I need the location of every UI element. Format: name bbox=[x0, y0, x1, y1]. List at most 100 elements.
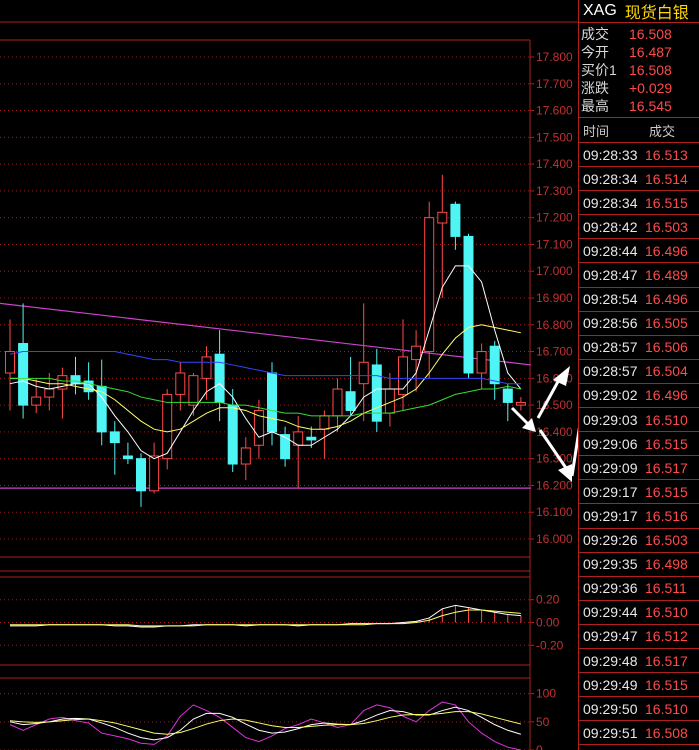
quote-row: 买价1 16.508 bbox=[581, 61, 699, 79]
tick-row[interactable]: 09:29:09 16.517 bbox=[579, 456, 699, 481]
tick-row[interactable]: 09:29:36 16.511 bbox=[579, 577, 699, 601]
tick-row[interactable]: 09:29:47 16.512 bbox=[579, 625, 699, 649]
tick-row[interactable]: 09:29:26 16.503 bbox=[579, 529, 699, 553]
tick-price: 16.506 bbox=[645, 339, 688, 356]
tick-row[interactable]: 09:29:50 16.510 bbox=[579, 697, 699, 722]
tick-time: 09:28:42 bbox=[583, 218, 638, 235]
tick-price: 16.512 bbox=[645, 628, 688, 645]
tick-list[interactable]: 09:28:33 16.513 09:28:34 16.514 09:28:34 16.5… bbox=[579, 143, 699, 746]
tick-row[interactable]: 09:28:57 16.504 bbox=[579, 360, 699, 384]
tick-price: 16.508 bbox=[645, 724, 688, 741]
ticks-header-price: 成交 bbox=[649, 123, 676, 139]
tick-row[interactable]: 09:28:54 16.496 bbox=[579, 288, 699, 312]
tick-row[interactable]: 09:28:34 16.514 bbox=[579, 167, 699, 192]
tick-price: 16.517 bbox=[645, 652, 688, 669]
tick-time: 09:29:26 bbox=[583, 532, 638, 549]
candle-body bbox=[175, 372, 186, 395]
tick-price: 16.510 bbox=[645, 411, 688, 428]
tick-row[interactable]: 09:28:42 16.503 bbox=[579, 215, 699, 240]
y-tick-label: 17.300 bbox=[536, 184, 573, 198]
tick-time: 09:29:44 bbox=[583, 604, 638, 621]
tick-row[interactable]: 09:28:56 16.505 bbox=[579, 312, 699, 336]
y-tick-label: 16.100 bbox=[536, 505, 573, 519]
candle-body bbox=[70, 375, 81, 385]
tick-price: 16.496 bbox=[645, 387, 688, 404]
tick-row[interactable]: 09:29:44 16.510 bbox=[579, 601, 699, 625]
y-tick-label: 16.200 bbox=[536, 478, 573, 492]
tick-row[interactable]: 09:29:06 16.515 bbox=[579, 432, 699, 457]
candle-body bbox=[44, 388, 55, 398]
candle-body bbox=[463, 235, 474, 374]
candle-body bbox=[476, 351, 487, 374]
y-tick-label: 16.900 bbox=[536, 291, 573, 305]
tick-price: 16.515 bbox=[645, 194, 688, 211]
tick-price: 16.510 bbox=[645, 604, 688, 621]
tick-price: 16.496 bbox=[645, 291, 688, 308]
candle-body bbox=[214, 353, 225, 403]
candle-body bbox=[502, 388, 513, 403]
tick-row[interactable]: 09:28:34 16.515 bbox=[579, 191, 699, 216]
arrow-shaft bbox=[510, 406, 530, 426]
y-tick-label: -0.20 bbox=[536, 638, 564, 652]
indicator-line bbox=[9, 706, 522, 741]
quote-value: 16.508 bbox=[629, 62, 672, 78]
candle-body bbox=[188, 375, 199, 406]
tick-row[interactable]: 09:29:02 16.496 bbox=[579, 384, 699, 409]
quote-label: 涨跌 bbox=[581, 80, 609, 96]
symbol-name: 现货白银 bbox=[624, 5, 689, 22]
indicator-line bbox=[9, 701, 522, 750]
tick-time: 09:28:34 bbox=[583, 194, 638, 211]
tick-time: 09:29:06 bbox=[583, 435, 638, 452]
quote-panel: XAG 现货白银 成交 16.508 今开 16.487 买价1 16.508 涨跌 +0.0… bbox=[578, 0, 699, 750]
tick-time: 09:29:50 bbox=[583, 700, 638, 717]
quote-row: 今开 16.487 bbox=[581, 43, 699, 61]
candle-body bbox=[5, 351, 15, 374]
tick-row[interactable]: 09:28:57 16.506 bbox=[579, 336, 699, 360]
tick-row[interactable]: 09:28:33 16.513 bbox=[579, 143, 699, 168]
tick-time: 09:28:57 bbox=[583, 339, 638, 356]
tick-row[interactable]: 09:29:49 16.515 bbox=[579, 673, 699, 698]
ticks-header: 时间 成交 bbox=[579, 118, 699, 143]
tick-row[interactable]: 09:29:03 16.510 bbox=[579, 408, 699, 433]
tick-price: 16.504 bbox=[645, 363, 688, 380]
tick-price: 16.513 bbox=[645, 146, 688, 163]
tick-row[interactable]: 09:29:35 16.498 bbox=[579, 553, 699, 577]
tick-time: 09:29:36 bbox=[583, 580, 638, 597]
tick-price: 16.510 bbox=[645, 700, 688, 717]
y-tick-label: 17.600 bbox=[536, 104, 573, 118]
candle-body bbox=[332, 388, 343, 417]
candle-body bbox=[201, 356, 212, 379]
tick-time: 09:29:09 bbox=[583, 459, 638, 476]
candle-body bbox=[18, 343, 29, 406]
y-tick-label: 16.800 bbox=[536, 318, 573, 332]
indicator-line bbox=[10, 604, 521, 628]
y-tick-label: 17.800 bbox=[536, 50, 573, 64]
tick-time: 09:29:49 bbox=[583, 676, 638, 693]
tick-time: 09:28:47 bbox=[583, 267, 638, 284]
tick-row[interactable]: 09:29:17 16.515 bbox=[579, 480, 699, 505]
moving-average-line bbox=[9, 351, 521, 385]
candle-body bbox=[31, 396, 42, 406]
tick-price: 16.496 bbox=[645, 242, 688, 259]
quote-row: 成交 16.508 bbox=[581, 25, 699, 43]
candle-body bbox=[489, 345, 500, 385]
tick-time: 09:29:03 bbox=[583, 411, 638, 428]
tick-row[interactable]: 09:28:44 16.496 bbox=[579, 239, 699, 264]
tick-row[interactable]: 09:28:47 16.489 bbox=[579, 263, 699, 288]
candle-body bbox=[358, 361, 369, 385]
tick-price: 16.503 bbox=[645, 218, 688, 235]
quote-row: 涨跌 +0.029 bbox=[581, 79, 699, 97]
chart-canvas[interactable]: 17.800 17.700 17.600 17.500 17.400 17.300 17.2… bbox=[0, 0, 578, 750]
tick-row[interactable]: 09:29:48 16.517 bbox=[579, 649, 699, 674]
tick-time: 09:29:48 bbox=[583, 652, 638, 669]
tick-time: 09:29:47 bbox=[583, 628, 638, 645]
kline-chart-area[interactable]: 17.800 17.700 17.600 17.500 17.400 17.300 17.2… bbox=[0, 0, 578, 750]
indicator-line bbox=[10, 609, 521, 627]
tick-row[interactable]: 09:29:17 16.516 bbox=[579, 504, 699, 529]
candle-body bbox=[227, 404, 238, 465]
tick-row[interactable]: 09:29:51 16.508 bbox=[579, 721, 699, 746]
candle-body bbox=[267, 372, 277, 433]
tick-time: 09:29:17 bbox=[583, 483, 638, 500]
quote-value: 16.487 bbox=[629, 44, 672, 60]
tick-time: 09:28:54 bbox=[583, 291, 638, 308]
